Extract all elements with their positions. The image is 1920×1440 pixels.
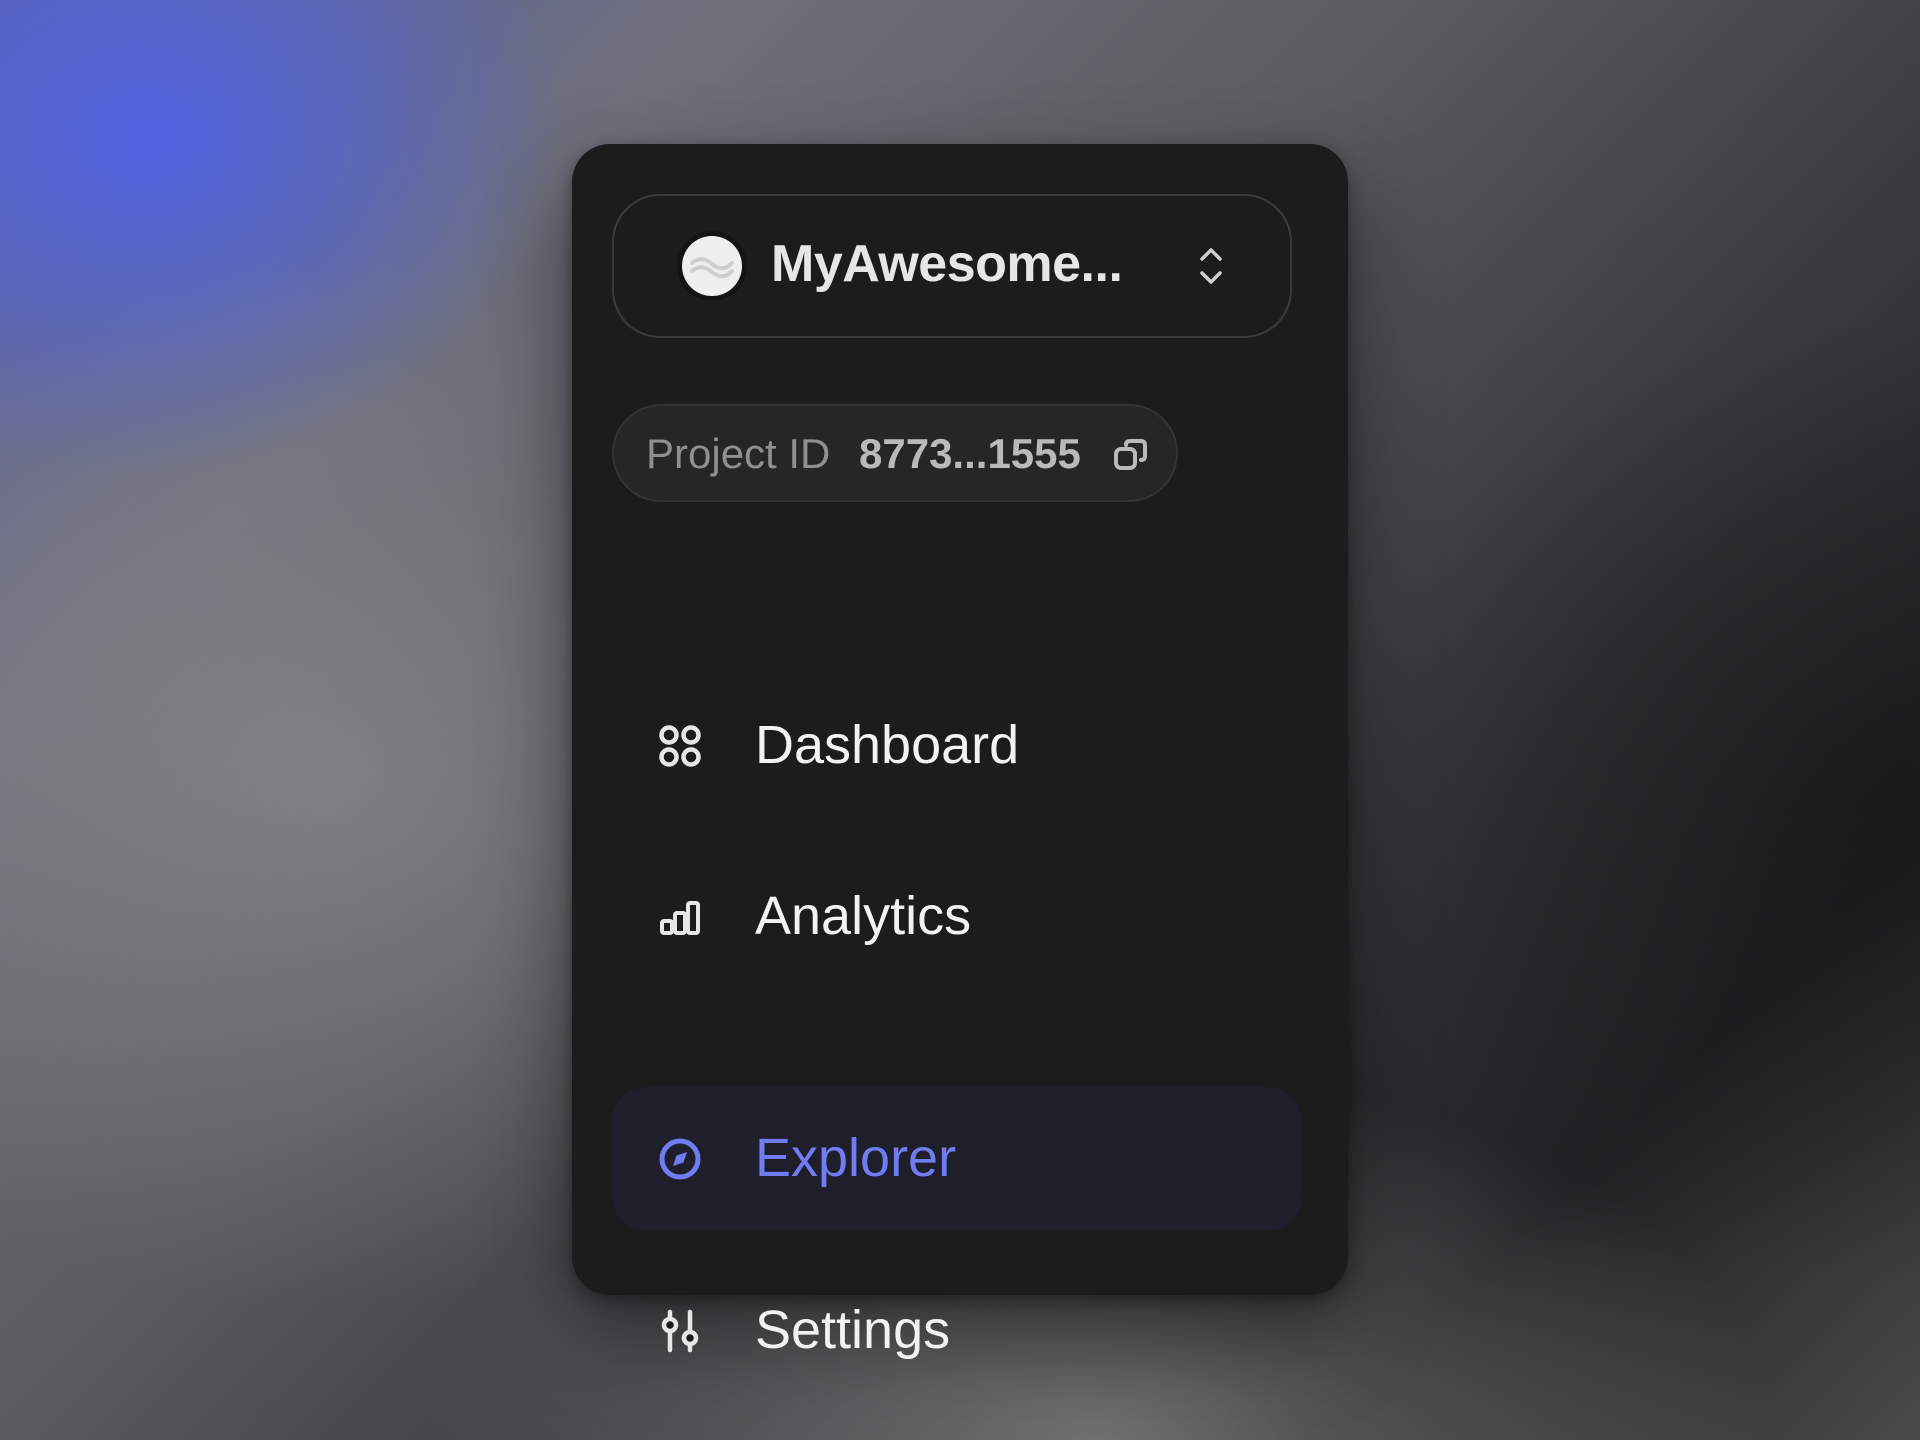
bar-chart-icon (660, 901, 700, 935)
nav-item-settings[interactable]: Settings (612, 1259, 1302, 1403)
chevron-up-down-icon (1200, 248, 1222, 284)
project-id-pill: Project ID 8773...1555 (612, 404, 1178, 502)
nav-item-label: Explorer (755, 1128, 957, 1188)
copy-icon[interactable] (1112, 436, 1150, 474)
project-id-label: Project ID (646, 430, 831, 477)
nav-item-label: Dashboard (755, 715, 1020, 775)
grid-icon (659, 725, 701, 767)
compass-icon (659, 1138, 701, 1180)
sliders-icon (661, 1309, 699, 1353)
wave-logo-icon (690, 257, 734, 279)
project-name: MyAwesome... (771, 235, 1123, 293)
nav-item-label: Settings (755, 1300, 951, 1360)
project-avatar (677, 231, 747, 301)
project-switcher[interactable]: MyAwesome... (612, 194, 1292, 338)
nav-item-label: Analytics (755, 886, 972, 946)
project-id-value: 8773...1555 (859, 430, 1081, 477)
nav-item-explorer[interactable]: Explorer (612, 1087, 1302, 1231)
nav-item-dashboard[interactable]: Dashboard (612, 674, 1302, 818)
sidebar-panel: MyAwesome... Project ID 8773...1555 Dash… (572, 144, 1348, 1360)
nav-item-analytics[interactable]: Analytics (612, 845, 1302, 989)
